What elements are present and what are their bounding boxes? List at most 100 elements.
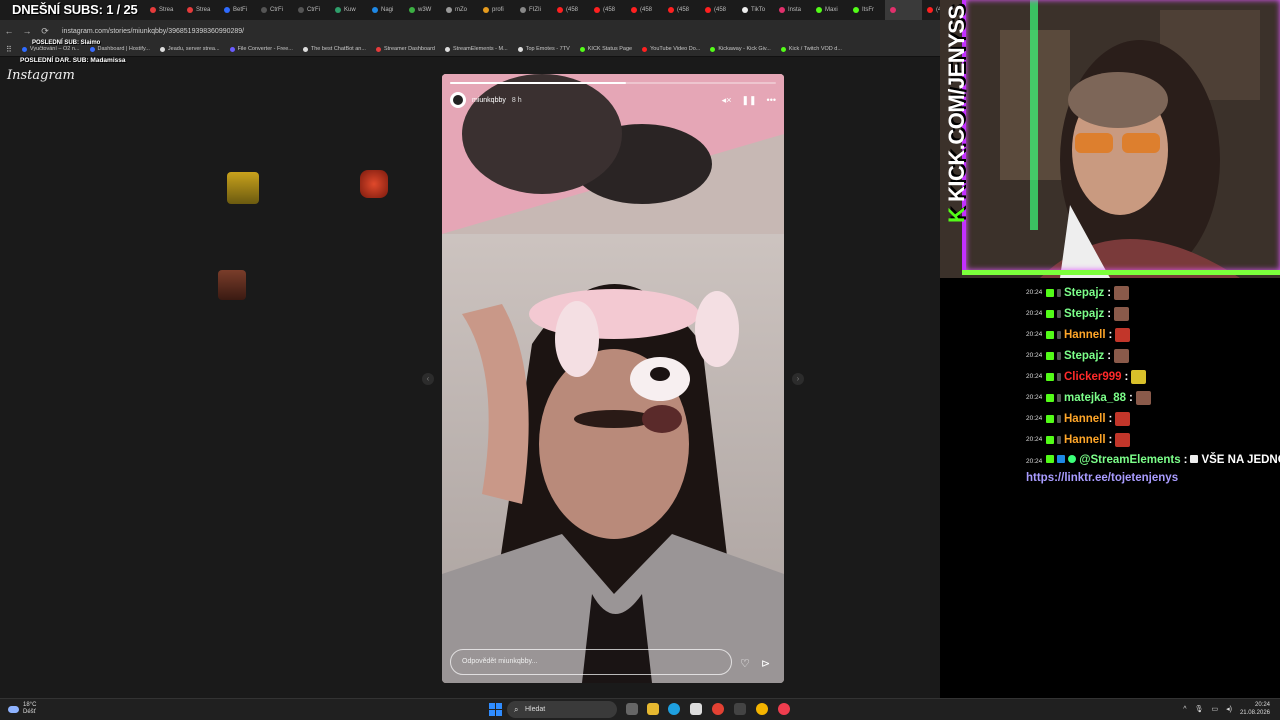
chat-timestamp: 20:24 [1026,310,1043,317]
browser-tab[interactable]: Kuw [330,0,367,20]
tab-label: (458 [566,7,579,13]
chat-username[interactable]: Clicker999 [1064,371,1122,383]
sub-badge-icon [1057,330,1061,339]
browser-tab[interactable]: CtrFi [293,0,330,20]
more-icon[interactable]: ••• [767,95,776,106]
tab-favicon-icon [594,7,600,13]
browser-tab[interactable]: BetFi [219,0,256,20]
back-icon[interactable]: ← [0,26,18,36]
browser-tab[interactable]: TikTo [737,0,774,20]
instagram-logo[interactable]: Instagram [7,68,75,83]
bookmark-favicon-icon [21,46,27,52]
bookmark-item[interactable]: File Converter - Free... [229,46,293,52]
next-story-arrow[interactable]: › [792,373,804,385]
url-field[interactable]: instagram.com/stories/miunkqbby/39685193… [62,28,244,35]
browser-tab[interactable]: CtrFi [256,0,293,20]
reply-input[interactable]: Odpovědět miunkqbby... [450,649,732,675]
windows-start-icon[interactable] [489,703,502,716]
bookmark-item[interactable]: KICK Status Page [579,46,632,52]
chrome-active-icon[interactable] [756,703,768,715]
previous-story-arrow[interactable]: ‹ [422,373,434,385]
kick-badge-icon [1046,393,1054,402]
forward-icon[interactable]: → [18,26,36,36]
weather-widget[interactable]: 18°C Déšť [8,702,36,716]
like-heart-icon[interactable]: ♡ [740,657,750,670]
browser-tab[interactable]: Maxi [811,0,848,20]
task-view-icon[interactable] [626,703,638,715]
browser-tab[interactable]: (458 [663,0,700,20]
browser-tab[interactable]: Strea [182,0,219,20]
browser-tab[interactable]: (458 [589,0,626,20]
terminal-icon[interactable] [734,703,746,715]
bookmarks-bar: ⠿ Vyučtování – O2 n... Dashboard | Hostif… [0,42,940,57]
browser-tab[interactable]: Strea [145,0,182,20]
bookmark-item[interactable]: StreamElements - M... [445,46,508,52]
webcam-frame-bottom [962,270,1280,275]
bookmark-item[interactable]: Vyučtování – O2 n... [21,46,80,52]
bookmark-item[interactable]: Top Emotes - 7TV [517,46,570,52]
microphone-icon[interactable]: 🎙 [1195,705,1204,713]
network-icon[interactable]: ▭ [1211,705,1218,713]
chat-username[interactable]: Stepajz [1064,287,1104,299]
bookmark-item[interactable]: Kickaway - Kick Giv... [710,46,771,52]
browser-tab[interactable]: FIZIi [515,0,552,20]
tab-favicon-icon [668,7,674,13]
avatar[interactable] [450,92,466,108]
chat-message: 20:24 Stepajz: [1026,303,1276,324]
apps-icon[interactable]: ⠿ [6,45,12,54]
chat-username[interactable]: Stepajz [1064,350,1104,362]
chat-message: 20:24 matejka_88: [1026,387,1276,408]
bookmark-item[interactable]: Streamer Dashboard [375,46,435,52]
bookmark-item[interactable]: Dashboard | Hostify... [89,46,150,52]
chat-username[interactable]: Hannell [1064,434,1106,446]
bookmark-favicon-icon [159,46,165,52]
story-viewer[interactable]: miunkqbby 8 h ◂× ❚❚ ••• Odpovědět miunkq… [442,74,784,683]
clock[interactable]: 20:24 21.08.2026 [1240,701,1270,717]
browser-tab[interactable]: Insta [774,0,811,20]
bookmark-item[interactable]: The best ChatBot an... [302,46,366,52]
chat-timestamp: 20:24 [1026,436,1043,443]
taskbar-search[interactable]: ⌕ Hledat [507,701,617,718]
store-icon[interactable] [690,703,702,715]
chat-separator: : [1183,454,1188,466]
browser-tab[interactable]: mZo [441,0,478,20]
reload-icon[interactable]: ⟳ [36,26,54,37]
chat-separator: : [1129,391,1133,404]
browser-tab[interactable]: profi [478,0,515,20]
bookmark-item[interactable]: YouTube Video Do... [642,46,700,52]
obs-icon[interactable] [778,703,790,715]
sub-badge-icon [1057,372,1061,381]
tab-label: mZo [455,7,467,13]
volume-icon[interactable]: ◂) [1226,705,1232,713]
chat-username[interactable]: Stepajz [1064,308,1104,320]
share-send-icon[interactable]: ⊳ [761,657,770,670]
tab-favicon-icon [261,7,267,13]
sub-badge-icon [1057,309,1061,318]
browser-tab[interactable]: w3W [404,0,441,20]
file-explorer-icon[interactable] [647,703,659,715]
bookmark-item[interactable]: Kick / Twitch VOD d... [780,46,842,52]
browser-tab[interactable]: (458 [922,0,940,20]
browser-tab[interactable]: ItsFr [848,0,885,20]
browser-tab[interactable] [885,0,922,20]
pause-icon[interactable]: ❚❚ [741,95,756,106]
chat-timestamp: 20:24 [1026,458,1043,465]
tab-favicon-icon [483,7,489,13]
edge-icon[interactable] [668,703,680,715]
chevron-up-icon[interactable]: ^ [1183,706,1186,713]
chat-username[interactable]: Hannell [1064,413,1106,425]
chrome-icon[interactable] [712,703,724,715]
chat-link[interactable]: https://linktr.ee/tojetenjenys [1026,470,1276,487]
chat-username[interactable]: Hannell [1064,329,1106,341]
tab-favicon-icon [409,7,415,13]
story-username[interactable]: miunkqbby [472,97,506,104]
chat-message: 20:24 Hannell: [1026,324,1276,345]
browser-tab[interactable]: (458 [552,0,589,20]
browser-tab[interactable]: (458 [626,0,663,20]
browser-tab[interactable]: (458 [700,0,737,20]
mute-icon[interactable]: ◂× [722,95,732,106]
browser-tab[interactable]: Nagi [367,0,404,20]
chat-username[interactable]: @StreamElements [1079,454,1180,466]
bookmark-item[interactable]: Jeadu, server strea... [159,46,220,52]
chat-username[interactable]: matejka_88 [1064,392,1126,404]
